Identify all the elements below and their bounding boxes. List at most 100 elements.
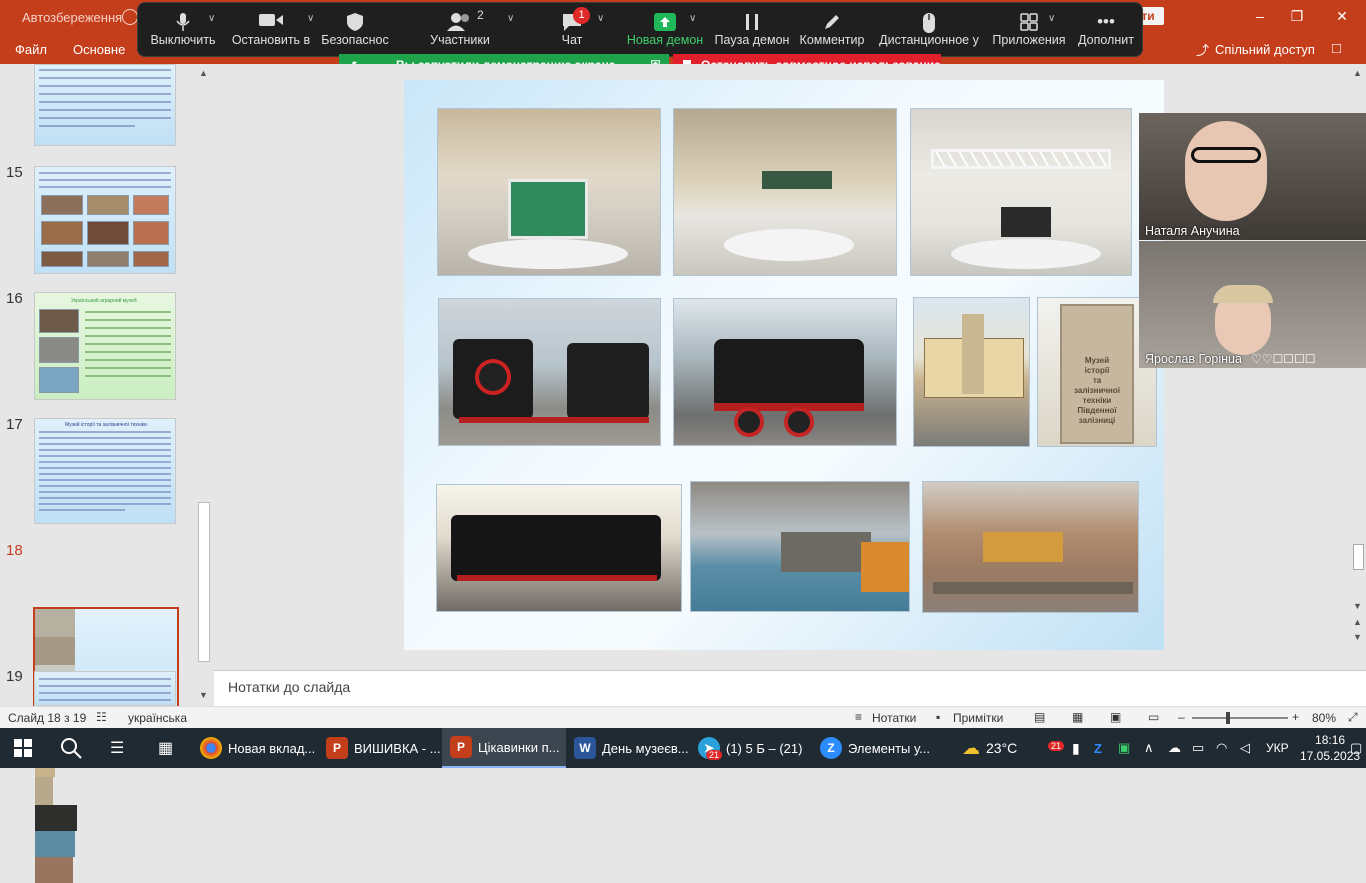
chat-button[interactable]: Чат xyxy=(546,3,598,58)
normal-view-icon[interactable]: ▤ xyxy=(1034,710,1045,724)
zoom-slider[interactable] xyxy=(1192,717,1288,719)
microphone-tray-icon[interactable]: ▮ xyxy=(1072,728,1080,768)
zoom-out-icon[interactable]: – xyxy=(1178,710,1185,724)
sign-line-3: та xyxy=(1092,376,1102,385)
share-button[interactable]: ⤴ Спільний доступ xyxy=(1196,40,1315,59)
slide-counter: Слайд 18 з 19 xyxy=(8,711,87,725)
remote-control-button[interactable]: Дистанционное у xyxy=(878,3,980,58)
wifi-icon[interactable]: ◠ xyxy=(1216,728,1227,768)
search-icon xyxy=(61,738,82,759)
onedrive-icon[interactable]: ☁ xyxy=(1168,728,1181,768)
slide17-title: Музей історії та залізничної техніки xyxy=(65,422,147,428)
volume-icon[interactable]: ◁ xyxy=(1240,728,1250,768)
taskbar-app-powerpoint-1[interactable]: P ВИШИВКА - ... xyxy=(326,728,441,768)
taskbar-app-chrome[interactable]: Новая вклад... xyxy=(200,728,315,768)
zoom-in-icon[interactable]: + xyxy=(1292,710,1299,724)
taskbar-app-word[interactable]: W День музеєв... xyxy=(574,728,689,768)
security-button[interactable]: Безопаснос xyxy=(320,3,390,58)
language-indicator[interactable]: УКР xyxy=(1266,728,1289,768)
autosave-toggle[interactable] xyxy=(122,9,138,25)
next-slide-icon[interactable]: ▼ xyxy=(1353,632,1362,642)
taskbar-app-label: День музеєв... xyxy=(602,740,689,756)
zoom-tray-icon[interactable]: Z xyxy=(1094,728,1102,768)
participant-name: Ярослав Горінuа xyxy=(1145,352,1242,366)
language-indicator[interactable]: українська xyxy=(128,711,187,725)
participant-video-1[interactable]: Наталя Анучина xyxy=(1139,113,1366,240)
mute-label: Выключить xyxy=(150,33,216,47)
scroll-up-icon[interactable]: ▲ xyxy=(199,68,208,78)
taskbar-app-telegram[interactable]: ➤ (1) 5 Б – (21) xyxy=(698,728,802,768)
chat-icon xyxy=(546,3,598,33)
slide-thumbnail-16[interactable]: Український аграрний музей xyxy=(34,292,176,400)
scroll-up-icon[interactable]: ▲ xyxy=(1353,68,1362,78)
chevron-down-icon[interactable]: ∨ xyxy=(307,13,314,24)
tab-file[interactable]: Файл xyxy=(15,42,47,57)
mute-button[interactable]: Выключить xyxy=(146,3,220,58)
restore-icon[interactable]: ❐ xyxy=(1287,8,1307,25)
start-button[interactable] xyxy=(14,728,32,768)
new-share-button[interactable]: Новая демон xyxy=(624,3,706,58)
notes-pane[interactable]: Нотатки до слайда xyxy=(214,670,1366,706)
notification-icon[interactable]: ▢ xyxy=(1350,728,1362,768)
taskbar-app-zoom[interactable]: Z Элементы у... xyxy=(820,728,930,768)
participants-button[interactable]: Участники xyxy=(424,3,496,58)
slide-thumbnail-19[interactable] xyxy=(34,671,176,706)
scrollbar-thumb[interactable] xyxy=(1353,544,1364,570)
scrollbar-thumb[interactable] xyxy=(198,502,210,662)
minimize-icon[interactable]: – xyxy=(1250,8,1270,24)
reading-view-icon[interactable]: ▣ xyxy=(1110,710,1121,724)
zoom-slider-thumb[interactable] xyxy=(1226,712,1230,724)
tab-home[interactable]: Основне xyxy=(73,42,125,57)
zoom-level[interactable]: 80% xyxy=(1312,711,1336,725)
autosave-label: Автозбереження xyxy=(22,10,123,25)
chevron-down-icon[interactable]: ∨ xyxy=(208,13,215,24)
steam-locomotives-photo xyxy=(438,298,661,446)
comments-toggle-button[interactable]: Примітки xyxy=(953,711,1003,725)
calculator-icon[interactable]: ▦ xyxy=(158,728,173,768)
windows-taskbar: ☰ ▦ Новая вклад... P ВИШИВКА - ... P Цік… xyxy=(0,728,1366,768)
more-button[interactable]: ••• Дополнит xyxy=(1074,3,1138,58)
comments-icon[interactable]: □ xyxy=(1332,40,1341,57)
thumbnail-scrollbar[interactable]: ▲ ▼ xyxy=(196,64,212,706)
slide-thumbnail-14[interactable] xyxy=(34,64,176,146)
weather-icon: ☁ xyxy=(962,737,980,758)
pause-share-label: Пауза демон xyxy=(714,33,790,47)
stop-video-button[interactable]: Остановить в xyxy=(230,3,312,58)
chevron-down-icon[interactable]: ∨ xyxy=(1048,13,1055,24)
chevron-down-icon[interactable]: ∨ xyxy=(689,13,696,24)
chevron-down-icon[interactable]: ∨ xyxy=(507,13,514,24)
remote-control-label: Дистанционное у xyxy=(879,33,979,47)
slide-sorter-icon[interactable]: ▦ xyxy=(1072,710,1083,724)
more-icon: ••• xyxy=(1097,12,1115,31)
zoom-toolbar: Выключить ∨ Остановить в ∨ Безопаснос Уч… xyxy=(137,2,1143,57)
weather-widget[interactable]: ☁ 23°C xyxy=(962,728,1017,768)
participant-video-2[interactable]: Ярослав Горінuа ♡♡☐☐☐☐ xyxy=(1139,241,1366,368)
slide-number: 15 xyxy=(6,164,23,181)
powerpoint-icon: P xyxy=(450,736,472,758)
scroll-down-icon[interactable]: ▼ xyxy=(1353,601,1362,611)
chevron-up-icon[interactable]: ∧ xyxy=(1144,728,1154,768)
pause-share-button[interactable]: Пауза демон xyxy=(714,3,790,58)
slide-thumbnail-15[interactable] xyxy=(34,166,176,274)
share-icon: ⤴ xyxy=(1196,43,1210,58)
apps-label: Приложения xyxy=(992,33,1066,47)
slide-thumbnail-17[interactable]: Музей історії та залізничної техніки xyxy=(34,418,176,524)
slide-canvas[interactable]: Музей історії та залізничної техніки Пів… xyxy=(404,80,1164,650)
participant-name: Наталя Анучина xyxy=(1145,224,1240,238)
fit-slide-icon[interactable]: ⤢ xyxy=(1348,710,1358,725)
slideshow-icon[interactable]: ▭ xyxy=(1148,710,1159,724)
taskbar-app-label: Новая вклад... xyxy=(228,740,316,756)
network-icon[interactable]: ▭ xyxy=(1192,728,1204,768)
spellcheck-icon[interactable]: ☷ xyxy=(96,710,107,724)
apps-button[interactable]: Приложения xyxy=(990,3,1068,58)
close-icon[interactable]: ✕ xyxy=(1332,8,1352,25)
notes-toggle-button[interactable]: Нотатки xyxy=(872,711,916,725)
chevron-down-icon[interactable]: ∨ xyxy=(597,13,604,24)
tray-app-icon[interactable]: ▣ xyxy=(1118,728,1130,768)
search-button[interactable] xyxy=(60,728,82,768)
annotate-button[interactable]: Комментир xyxy=(798,3,866,58)
taskbar-app-powerpoint-2-active[interactable]: P Цікавинки п... xyxy=(442,728,566,768)
scroll-down-icon[interactable]: ▼ xyxy=(199,690,208,700)
prev-slide-icon[interactable]: ▲ xyxy=(1353,617,1362,627)
task-view-icon[interactable]: ☰ xyxy=(110,728,124,768)
